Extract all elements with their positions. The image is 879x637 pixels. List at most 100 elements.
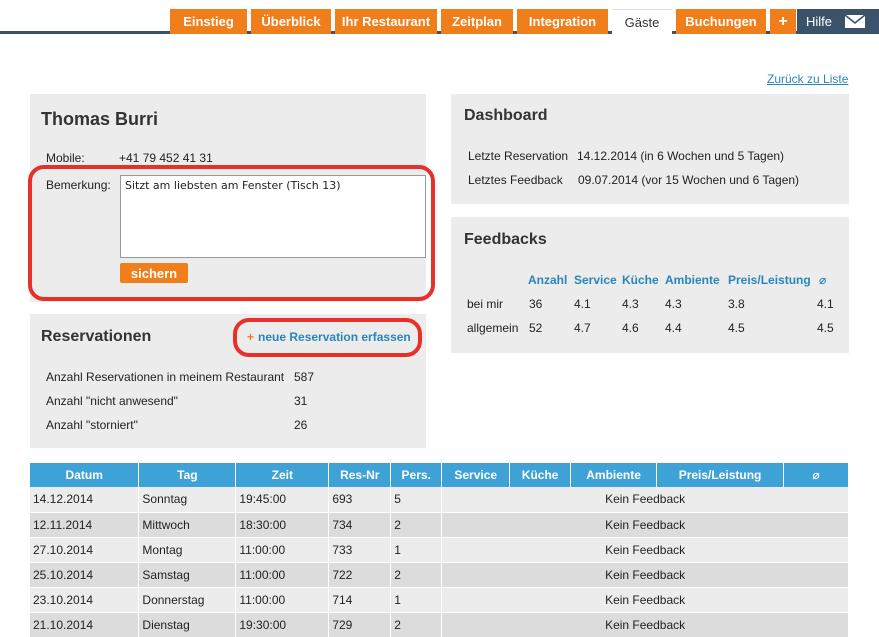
cell-zeit: 19:45:00 (235, 487, 330, 513)
dashboard-row-label: Letzte Reservation (468, 149, 569, 163)
cell-pers: 2 (390, 562, 443, 588)
dashboard-row-label: Letztes Feedback (468, 173, 563, 187)
column-header-kueche[interactable]: Küche (509, 463, 572, 487)
envelope-icon[interactable] (844, 14, 866, 29)
cell-res-nr: 693 (328, 487, 392, 513)
cell-datum: 21.10.2014 (30, 612, 140, 637)
cell-datum: 25.10.2014 (30, 562, 140, 588)
highlight-frame-note (28, 165, 435, 301)
tab-einstieg[interactable]: Einstieg (170, 9, 247, 34)
cell-pers: 5 (390, 487, 443, 513)
cell-zeit: 11:00:00 (235, 537, 330, 563)
help-link[interactable]: Hilfe (806, 14, 832, 29)
feedback-value: 4.3 (665, 297, 682, 311)
mobile-label: Mobile: (46, 151, 85, 165)
tab-zeitplan[interactable]: Zeitplan (441, 9, 513, 34)
cell-datum: 27.10.2014 (30, 537, 140, 563)
feedback-header: ⌀ (819, 273, 827, 287)
feedback-header: Ambiente (665, 273, 720, 287)
back-to-list-link[interactable]: Zurück zu Liste (767, 72, 848, 86)
cell-pers: 2 (390, 612, 443, 637)
mobile-value: +41 79 452 41 31 (119, 151, 213, 165)
feedback-value: 36 (529, 297, 543, 311)
stat-value: 26 (294, 418, 308, 432)
tab-gaeste[interactable]: Gäste (612, 9, 672, 34)
feedback-value: 4.5 (817, 321, 834, 335)
column-header-average[interactable]: ⌀ (783, 463, 849, 487)
feedback-header: Preis/Leistung (728, 273, 811, 287)
table-row[interactable]: 12.11.2014 Mittwoch 18:30:00 734 2 Kein … (30, 512, 849, 538)
cell-tag: Dienstag (138, 612, 237, 637)
cell-pers: 1 (390, 537, 443, 563)
cell-feedback: Kein Feedback (441, 587, 849, 613)
table-row[interactable]: 27.10.2014 Montag 11:00:00 733 1 Kein Fe… (30, 537, 849, 563)
cell-zeit: 11:00:00 (235, 562, 330, 588)
feedback-value: 4.3 (622, 297, 639, 311)
feedback-header: Anzahl (528, 273, 568, 287)
cell-res-nr: 714 (328, 587, 392, 613)
dashboard-title: Dashboard (464, 107, 548, 124)
tab-ueberblick[interactable]: Überblick (251, 9, 331, 34)
table-row[interactable]: 23.10.2014 Donnerstag 11:00:00 714 1 Kei… (30, 587, 849, 613)
top-navigation: Einstieg Überblick Ihr Restaurant Zeitpl… (0, 0, 879, 34)
feedback-value: 4.6 (622, 321, 639, 335)
tab-buchungen[interactable]: Buchungen (676, 9, 766, 34)
dashboard-row-value: 09.07.2014 (vor 15 Wochen und 6 Tagen) (578, 173, 800, 187)
column-header-service[interactable]: Service (441, 463, 511, 487)
column-header-zeit[interactable]: Zeit (235, 463, 330, 487)
feedback-value: 4.5 (728, 321, 745, 335)
feedback-header: Service (574, 273, 617, 287)
stat-label: Anzahl "nicht anwesend" (46, 394, 178, 408)
cell-pers: 1 (390, 587, 443, 613)
cell-tag: Sonntag (138, 487, 237, 513)
table-row[interactable]: 21.10.2014 Dienstag 19:30:00 729 2 Kein … (30, 612, 849, 637)
feedback-row-label: bei mir (467, 297, 504, 311)
feedback-header: Küche (622, 273, 659, 287)
cell-feedback: Kein Feedback (441, 562, 849, 588)
cell-res-nr: 733 (328, 537, 392, 563)
cell-feedback: Kein Feedback (441, 537, 849, 563)
column-header-datum[interactable]: Datum (30, 463, 140, 487)
cell-datum: 23.10.2014 (30, 587, 140, 613)
stat-value: 31 (294, 394, 308, 408)
highlight-frame-new-reservation (233, 318, 422, 357)
tab-add-button[interactable]: + (770, 9, 796, 34)
main-tabs: Einstieg Überblick Ihr Restaurant Zeitpl… (170, 9, 800, 34)
dashboard-panel: Dashboard Letzte Reservation 14.12.2014 … (451, 94, 849, 204)
guest-name: Thomas Burri (41, 109, 159, 129)
stat-value: 587 (294, 370, 315, 384)
stat-label: Anzahl Reservationen in meinem Restauran… (46, 370, 285, 384)
cell-datum: 12.11.2014 (30, 512, 140, 538)
table-header-row: Datum Tag Zeit Res-Nr Pers. Service Küch… (30, 463, 849, 487)
column-header-preis-leistung[interactable]: Preis/Leistung (656, 463, 785, 487)
feedbacks-panel: Feedbacks Anzahl Service Küche Ambiente … (451, 217, 849, 353)
column-header-pers[interactable]: Pers. (390, 463, 443, 487)
tab-integration[interactable]: Integration (517, 9, 608, 34)
cell-feedback: Kein Feedback (441, 512, 849, 538)
cell-zeit: 18:30:00 (235, 512, 330, 538)
feedback-value: 3.8 (728, 297, 745, 311)
cell-tag: Montag (138, 537, 237, 563)
feedback-value: 52 (529, 321, 543, 335)
feedback-value: 4.1 (574, 297, 591, 311)
reservations-table: Datum Tag Zeit Res-Nr Pers. Service Küch… (30, 463, 849, 637)
cell-datum: 14.12.2014 (30, 487, 140, 513)
cell-zeit: 11:00:00 (235, 587, 330, 613)
cell-res-nr: 722 (328, 562, 392, 588)
cell-tag: Samstag (138, 562, 237, 588)
column-header-res-nr[interactable]: Res-Nr (328, 463, 392, 487)
column-header-ambiente[interactable]: Ambiente (570, 463, 658, 487)
column-header-tag[interactable]: Tag (138, 463, 237, 487)
table-row[interactable]: 25.10.2014 Samstag 11:00:00 722 2 Kein F… (30, 562, 849, 588)
help-area: Hilfe (797, 9, 879, 34)
stat-label: Anzahl "storniert" (46, 418, 138, 432)
cell-pers: 2 (390, 512, 443, 538)
cell-tag: Mittwoch (138, 512, 237, 538)
feedback-value: 4.1 (817, 297, 834, 311)
feedback-row-label: allgemein (467, 321, 519, 335)
tab-ihr-restaurant[interactable]: Ihr Restaurant (335, 9, 437, 34)
cell-zeit: 19:30:00 (235, 612, 330, 637)
reservations-title: Reservationen (41, 328, 152, 345)
cell-feedback: Kein Feedback (441, 612, 849, 637)
table-row[interactable]: 14.12.2014 Sonntag 19:45:00 693 5 Kein F… (30, 487, 849, 513)
